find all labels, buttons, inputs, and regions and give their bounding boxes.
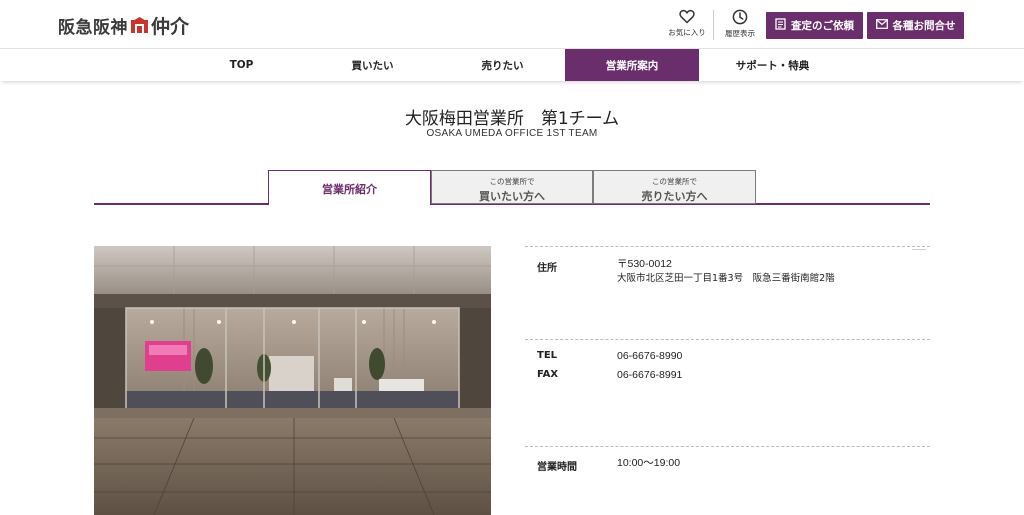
- nav-item-top[interactable]: TOP: [173, 49, 310, 81]
- business-hours-label: 営業時間: [537, 462, 577, 473]
- fax-label: FAX: [537, 369, 559, 380]
- inquiry-button[interactable]: 各種お問合せ: [867, 12, 964, 39]
- clock-icon: [718, 9, 762, 25]
- tel-label: TEL: [537, 350, 558, 361]
- tab-sellers-sublabel: この営業所で: [652, 177, 697, 186]
- mail-icon: [875, 19, 888, 32]
- document-icon: [775, 18, 786, 33]
- nav-item-sell[interactable]: 売りたい: [434, 49, 571, 81]
- history-button[interactable]: 履歴表示: [718, 9, 762, 43]
- info-divider: [525, 446, 930, 447]
- page-title: 大阪梅田営業所 第1チーム: [404, 109, 620, 129]
- favorites-button[interactable]: お気に入り: [665, 9, 709, 43]
- tab-buyers-sublabel: この営業所で: [489, 177, 535, 186]
- address-value: 大阪市北区芝田一丁目1番3号 阪急三番街南館2階: [617, 273, 835, 284]
- tab-sellers-label: 売りたい方へ: [641, 190, 708, 203]
- appraisal-request-label: 査定のご依頼: [791, 20, 854, 32]
- nav-item-support[interactable]: サポート・特典: [704, 49, 841, 81]
- business-hours-value: 10:00〜19:00: [617, 457, 681, 469]
- tab-office-intro[interactable]: 営業所紹介: [268, 170, 431, 205]
- appraisal-request-button[interactable]: 査定のご依頼: [766, 12, 863, 39]
- favorites-label: お気に入り: [668, 28, 706, 37]
- info-divider: [525, 246, 930, 247]
- postal-code: 〒530-0012: [617, 258, 672, 270]
- tab-office-intro-label: 営業所紹介: [322, 183, 377, 196]
- page-subtitle: OSAKA UMEDA OFFICE 1ST TEAM: [426, 128, 598, 139]
- heart-icon: [665, 9, 709, 24]
- header-divider: [713, 10, 714, 40]
- tab-buyers[interactable]: この営業所で 買いたい方へ: [431, 170, 593, 204]
- office-entrance-photo: [94, 246, 491, 515]
- site-header: 阪急阪神 仲介 お気に入り 履歴表示 査定のご依頼 各種お問合せ: [0, 0, 1024, 49]
- tab-sellers[interactable]: この営業所で 売りたい方へ: [593, 170, 756, 204]
- site-logo[interactable]: 阪急阪神 仲介: [58, 13, 190, 38]
- info-corner-mark: [912, 249, 926, 250]
- fax-value: 06-6676-8991: [617, 369, 683, 381]
- info-divider: [525, 339, 930, 340]
- nav-item-buy[interactable]: 買いたい: [304, 49, 441, 81]
- inquiry-label: 各種お問合せ: [892, 20, 956, 32]
- main-nav: TOP 買いたい 売りたい 営業所案内 サポート・特典: [0, 49, 1024, 81]
- house-logo-icon: [131, 17, 148, 33]
- history-label: 履歴表示: [725, 29, 755, 38]
- tab-buyers-label: 買いたい方へ: [479, 190, 545, 203]
- nav-item-offices[interactable]: 営業所案内: [565, 49, 699, 81]
- logo-text-hankyu-hanshin: 阪急阪神: [58, 17, 128, 38]
- tel-value[interactable]: 06-6676-8990: [617, 349, 682, 364]
- address-label: 住所: [537, 263, 557, 274]
- logo-text-chukai: 仲介: [151, 15, 190, 38]
